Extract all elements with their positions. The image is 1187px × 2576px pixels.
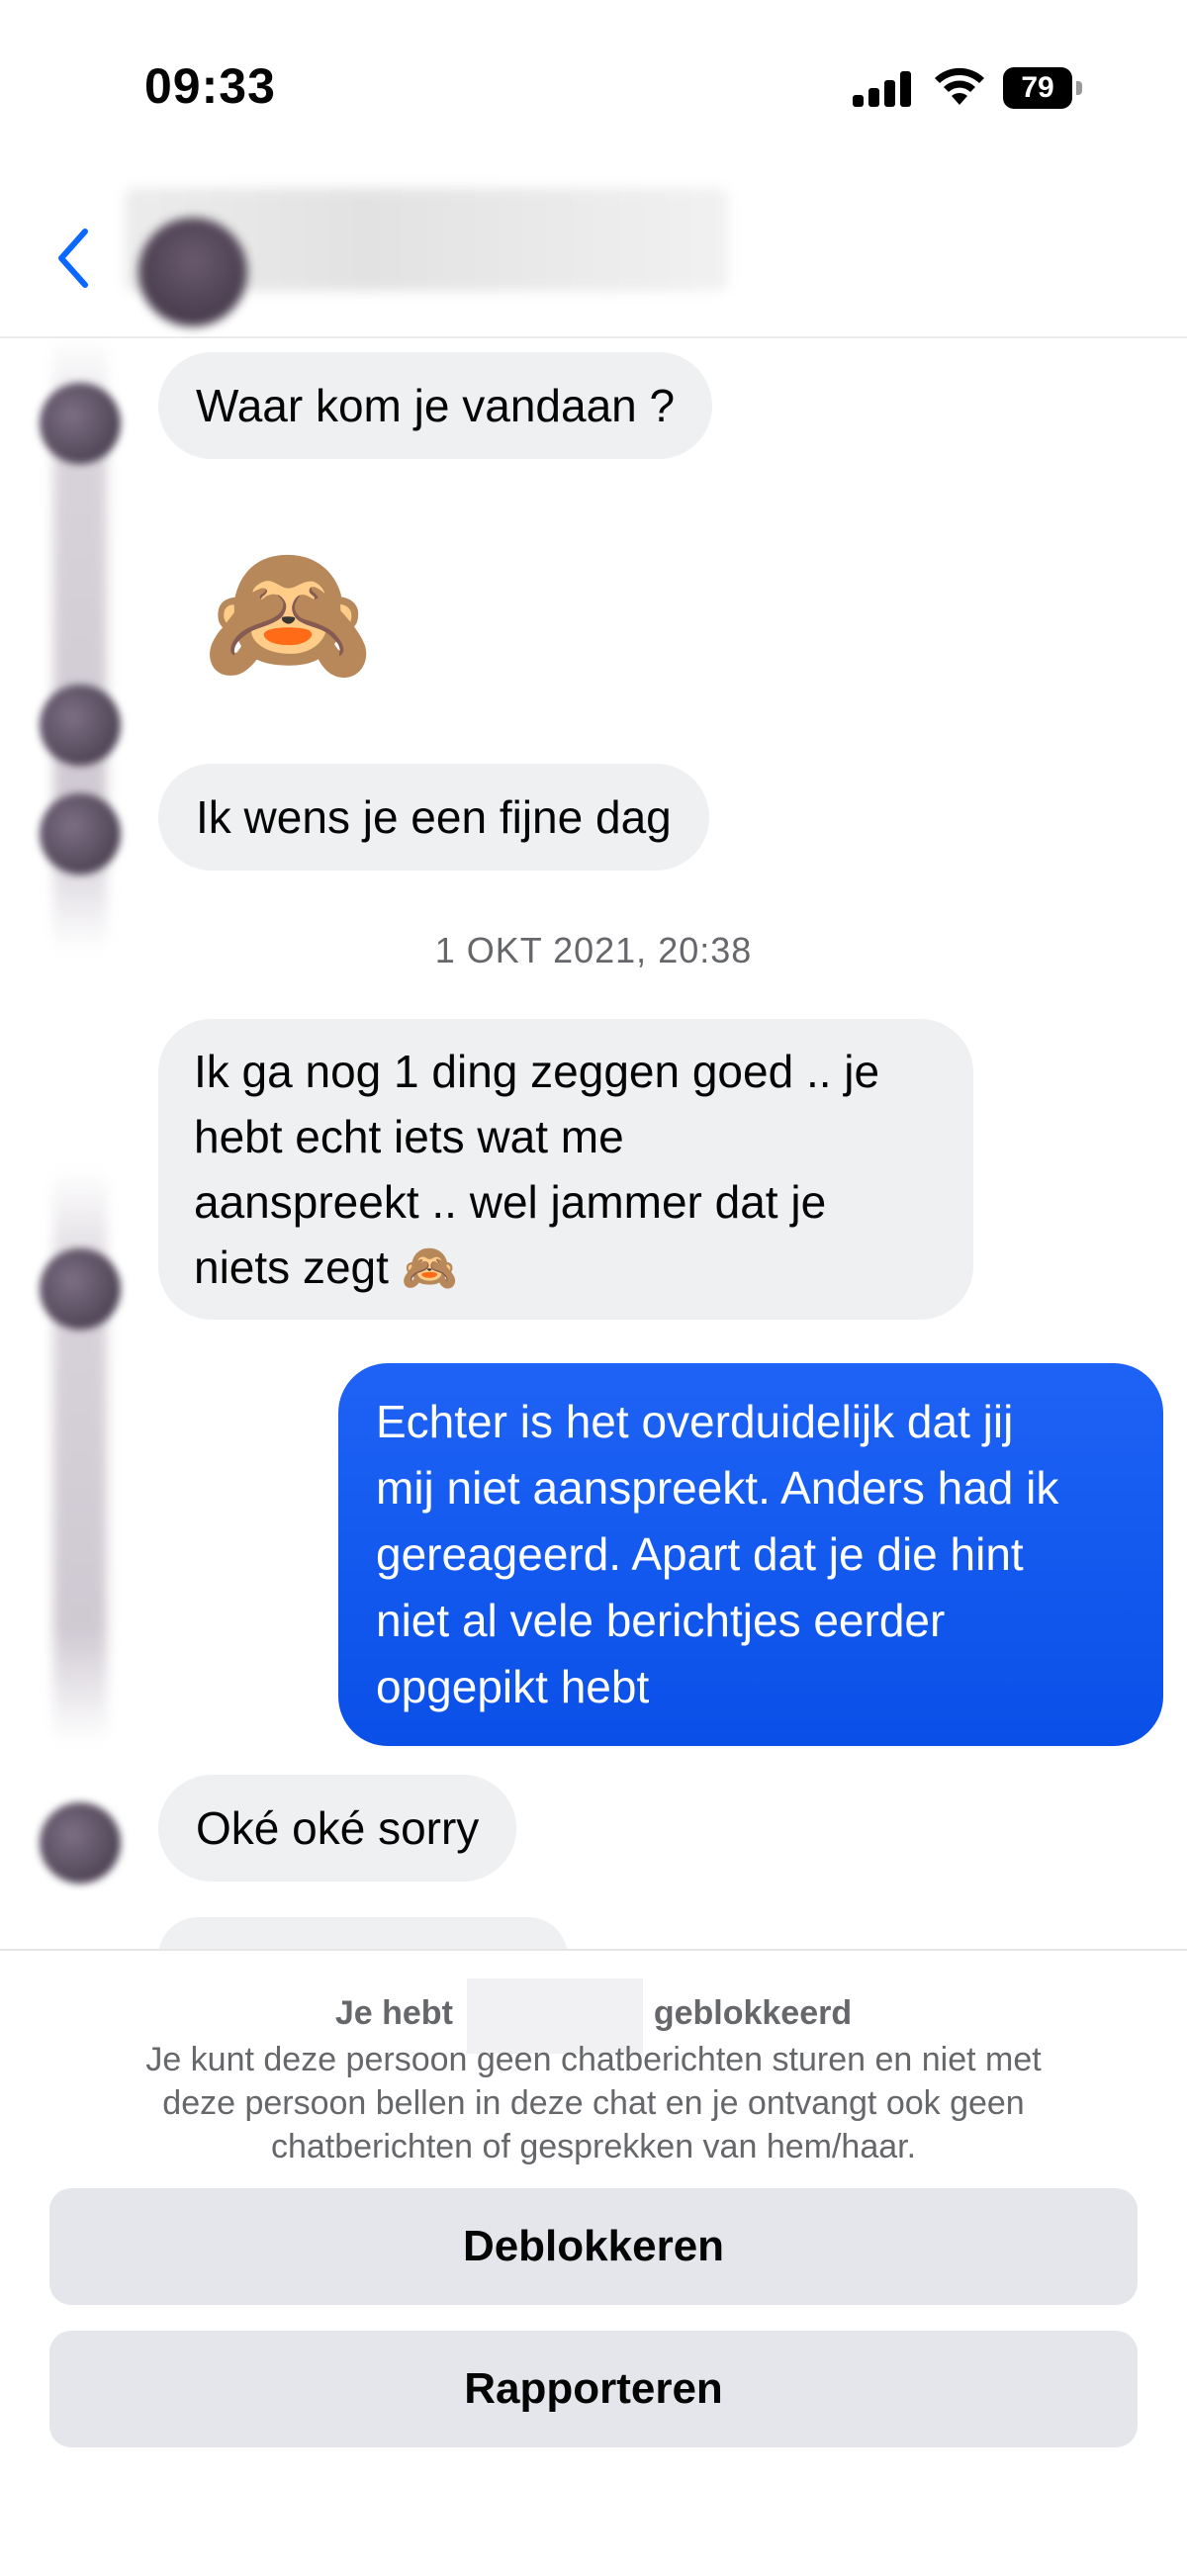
description-line: chatberichten of gesprekken van hem/haar… (270, 2128, 917, 2165)
report-button[interactable]: Rapporteren (49, 2331, 1138, 2447)
blocked-title-prefix: Je hebt (334, 1994, 453, 2032)
outgoing-message-bubble[interactable]: Echter is het overduidelijk dat jij mij … (338, 1363, 1163, 1746)
wifi-icon (935, 67, 984, 105)
message-list[interactable]: Waar kom je vandaan ? 🙈 Ik wens je een f… (0, 338, 1187, 1951)
blocked-title-suffix: geblokkeerd (653, 1994, 853, 2032)
chevron-left-icon[interactable] (49, 224, 95, 293)
sender-avatar[interactable] (40, 685, 121, 766)
message-bubble[interactable]: Oké oké sorry (158, 1775, 517, 1882)
message-text: Waar kom je vandaan ? (196, 380, 676, 431)
contact-avatar[interactable] (138, 218, 247, 326)
message-line: aanspreekt .. wel jammer dat je (194, 1176, 827, 1228)
message-text: Oké oké sorry (196, 1802, 480, 1854)
status-bar: 09:33 79 (0, 0, 1187, 178)
timestamp: 1 OKT 2021, 20:38 (434, 930, 753, 970)
sender-avatar[interactable] (40, 1802, 121, 1884)
unblock-button[interactable]: Deblokkeren (49, 2188, 1138, 2305)
message-bubble[interactable]: Ik wens je een fijne dag (158, 764, 709, 871)
message-line: Ik ga nog 1 ding zeggen goed .. je (194, 1046, 880, 1097)
message-line: Echter is het overduidelijk dat jij (376, 1396, 1014, 1447)
battery-icon: 79 (1003, 67, 1082, 111)
message-line: gereageerd. Apart dat je die hint (376, 1528, 1024, 1580)
chat-header (0, 178, 1187, 338)
sender-avatar[interactable] (40, 793, 121, 874)
message-line: hebt echt iets wat me (194, 1111, 624, 1162)
signal-icon (853, 69, 912, 107)
message-line: niets zegt 🙈 (194, 1242, 458, 1293)
blocked-description: Je kunt deze persoon geen chatberichten … (59, 2038, 1128, 2168)
status-time: 09:33 (144, 58, 276, 114)
message-bubble[interactable]: Ik ga nog 1 ding zeggen goed .. je hebt … (158, 1019, 973, 1320)
sender-avatar[interactable] (40, 383, 121, 464)
message-line: niet al vele berichtjes eerder (376, 1595, 946, 1646)
message-line: mij niet aanspreekt. Anders had ik (376, 1462, 1059, 1514)
emoji-message[interactable]: 🙈 (202, 534, 374, 692)
sender-avatar[interactable] (40, 1248, 121, 1330)
message-bubble[interactable]: Waar kom je vandaan ? (158, 352, 713, 459)
battery-level: 79 (1003, 67, 1072, 109)
blocked-notice-panel: Je hebt geblokkeerd Je kunt deze persoon… (0, 1949, 1187, 2576)
message-text: Ik wens je een fijne dag (196, 791, 672, 843)
message-line: opgepikt hebt (376, 1661, 650, 1712)
description-line: Je kunt deze persoon geen chatberichten … (145, 2041, 1042, 2078)
description-line: deze persoon bellen in deze chat en je o… (162, 2084, 1025, 2122)
message-bubble-partial[interactable] (158, 1917, 568, 1951)
